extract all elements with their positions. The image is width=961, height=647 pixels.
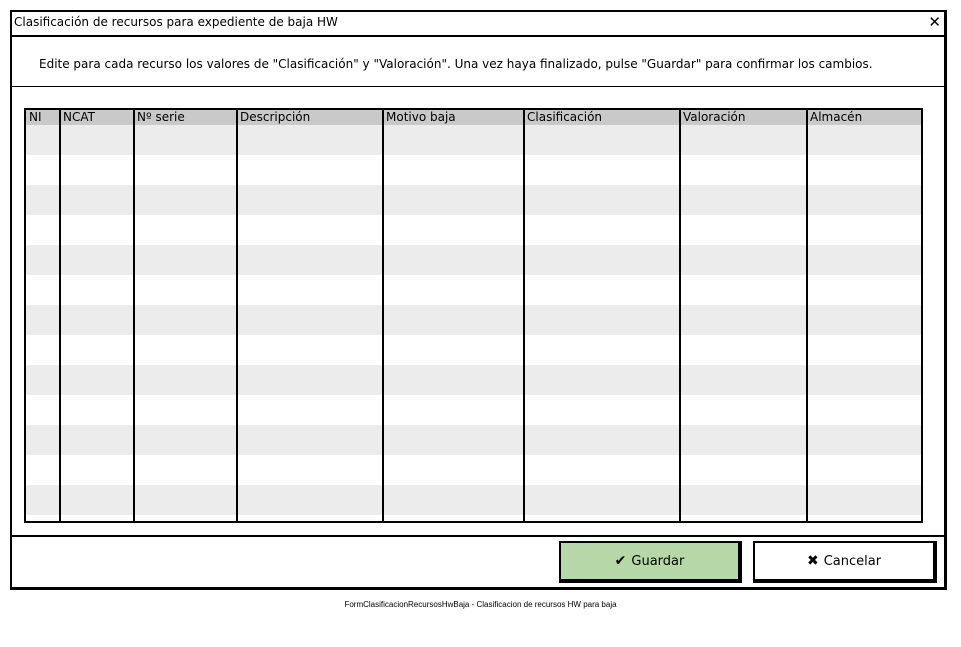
table-row[interactable]	[26, 185, 921, 215]
cancel-label: Cancelar	[823, 553, 882, 569]
column-header-reason[interactable]: Motivo baja	[383, 110, 456, 125]
table-row[interactable]	[26, 215, 921, 245]
table-row[interactable]	[26, 245, 921, 275]
column-header-description[interactable]: Descripción	[237, 110, 310, 125]
check-icon: ✔	[614, 553, 627, 569]
dialog-title: Clasificación de recursos para expedient…	[14, 15, 338, 29]
column-header-ncat[interactable]: NCAT	[60, 110, 95, 125]
column-header-warehouse[interactable]: Almacén	[807, 110, 862, 125]
table-row[interactable]	[26, 155, 921, 185]
close-icon[interactable]: ✕	[928, 13, 941, 31]
title-bar: Clasificación de recursos para expedient…	[12, 12, 944, 37]
column-header-classification[interactable]: Clasificación	[524, 110, 602, 125]
table-row[interactable]	[26, 485, 921, 515]
column-header-ni[interactable]: NI	[26, 110, 42, 125]
table-row[interactable]	[26, 365, 921, 395]
close-icon: ✖	[806, 553, 819, 569]
table-row[interactable]	[26, 275, 921, 305]
cancel-button[interactable]: ✖ Cancelar	[753, 541, 937, 583]
table-row[interactable]	[26, 305, 921, 335]
column-divider	[236, 110, 238, 521]
column-divider	[806, 110, 808, 521]
save-button[interactable]: ✔ Guardar	[559, 541, 742, 583]
column-divider	[59, 110, 61, 521]
divider	[12, 86, 944, 87]
column-divider	[382, 110, 384, 521]
instructions-text: Edite para cada recurso los valores de "…	[39, 57, 873, 71]
table-header: NI NCAT Nº serie Descripción Motivo baja…	[26, 110, 921, 125]
column-header-valuation[interactable]: Valoración	[680, 110, 745, 125]
table-row[interactable]	[26, 425, 921, 455]
table-row[interactable]	[26, 455, 921, 485]
column-header-serial[interactable]: Nº serie	[134, 110, 185, 125]
save-label: Guardar	[631, 553, 685, 569]
column-divider	[523, 110, 525, 521]
table-row[interactable]	[26, 395, 921, 425]
resources-table[interactable]: NI NCAT Nº serie Descripción Motivo baja…	[24, 108, 923, 523]
form-caption: FormClasificacionRecursosHwBaja - Clasif…	[344, 600, 617, 609]
dialog-window: Clasificación de recursos para expedient…	[10, 10, 947, 590]
table-row[interactable]	[26, 335, 921, 365]
column-divider	[133, 110, 135, 521]
column-divider	[679, 110, 681, 521]
footer-divider	[12, 535, 944, 537]
table-row[interactable]	[26, 125, 921, 155]
